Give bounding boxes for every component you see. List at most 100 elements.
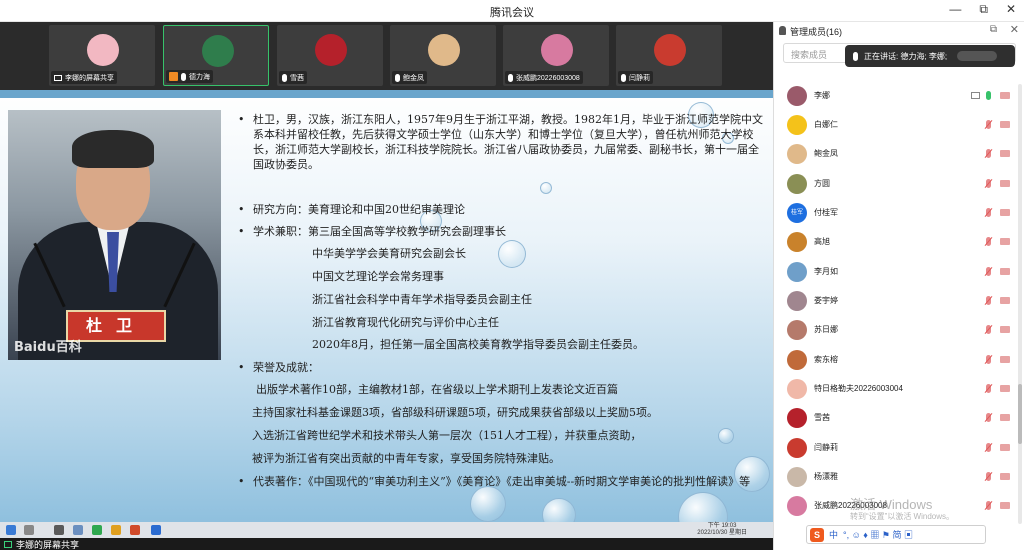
member-name: 高旭	[814, 237, 830, 246]
honors-sub-item: 出版学术著作10部，主编教材1部，在省级以上学术期刊上发表论文近百篇	[256, 383, 618, 396]
camera-off-icon[interactable]	[1000, 326, 1010, 333]
avatar	[787, 262, 807, 282]
search-icon[interactable]	[24, 525, 34, 535]
files-icon[interactable]	[111, 525, 121, 535]
camera-off-icon[interactable]	[1000, 238, 1010, 245]
camera-icon[interactable]	[1000, 92, 1010, 99]
decorative-bubble	[540, 182, 552, 194]
mic-muted-icon[interactable]	[986, 413, 991, 422]
window-title: 腾讯会议	[490, 7, 534, 19]
avatar	[428, 34, 460, 66]
member-row[interactable]: 桂军 付桂军	[774, 199, 1019, 228]
member-list-scrollbar[interactable]	[1018, 84, 1022, 524]
member-row[interactable]: 闫静莉	[774, 434, 1019, 463]
ime-toolbar[interactable]: S 中 °, ☺ ♦ ▦ ⚑ 简 ▣	[806, 525, 986, 544]
member-panel: 管理成员(16) ⧉ ✕ 搜索成员 正在讲话: 德力海; 李娜; 李娜 白娜仁 …	[773, 22, 1024, 550]
camera-off-icon[interactable]	[1000, 180, 1010, 187]
camera-off-icon[interactable]	[1000, 150, 1010, 157]
member-row[interactable]: 白娜仁	[774, 111, 1019, 140]
avatar	[787, 320, 807, 340]
camera-icon[interactable]	[54, 525, 64, 535]
member-row[interactable]: 杨漂雅	[774, 463, 1019, 492]
avatar	[787, 408, 807, 428]
browser-icon[interactable]	[92, 525, 102, 535]
restore-button[interactable]: ⧉	[979, 2, 988, 17]
portrait-photo: 杜卫 Baidu百科	[8, 110, 221, 360]
mic-muted-icon[interactable]	[986, 384, 991, 393]
camera-off-icon[interactable]	[1000, 444, 1010, 451]
minimize-button[interactable]: —	[949, 2, 961, 17]
camera-off-icon[interactable]	[1000, 385, 1010, 392]
participant-tile-active[interactable]: 德力海	[163, 25, 269, 86]
ime-mode[interactable]: 中	[829, 528, 838, 541]
participant-tile[interactable]: 李娜的屏幕共享	[49, 25, 155, 86]
camera-off-icon[interactable]	[1000, 268, 1010, 275]
member-row[interactable]: 苏日娜	[774, 316, 1019, 345]
participant-tile[interactable]: 鲍金凤	[390, 25, 496, 86]
participant-tile[interactable]: 张威鹏20226003008	[503, 25, 609, 86]
avatar	[787, 379, 807, 399]
camera-off-icon[interactable]	[1000, 121, 1010, 128]
screen-share-label[interactable]: 李娜的屏幕共享	[4, 538, 79, 550]
avatar	[787, 291, 807, 311]
mic-muted-icon[interactable]	[986, 149, 991, 158]
powerpoint-icon[interactable]	[130, 525, 140, 535]
decorative-bubble	[718, 428, 734, 444]
mic-muted-icon[interactable]	[986, 208, 991, 217]
mic-muted-icon[interactable]	[986, 325, 991, 334]
participant-tile[interactable]: 雪茜	[277, 25, 383, 86]
mic-muted-icon[interactable]	[986, 443, 991, 452]
meeting-app-icon[interactable]	[151, 525, 161, 535]
bio-paragraph: • 杜卫，男，汉族，浙江东阳人，1957年9月生于浙江平湖，教授。1982年1月，…	[238, 113, 763, 171]
mic-icon	[395, 73, 400, 82]
camera-off-icon[interactable]	[1000, 356, 1010, 363]
participant-name: 闫静莉	[629, 74, 650, 82]
tile-caption: 鲍金凤	[392, 71, 427, 84]
camera-off-icon[interactable]	[1000, 502, 1010, 509]
close-panel-button[interactable]: ✕	[1010, 23, 1019, 36]
slide-top-band	[0, 90, 773, 98]
mic-muted-icon[interactable]	[986, 296, 991, 305]
decorative-bubble	[542, 498, 576, 522]
participant-name: 张威鹏20226003008	[516, 74, 580, 82]
member-name: 闫静莉	[814, 443, 838, 452]
member-row[interactable]: 雪茜	[774, 404, 1019, 433]
folder-icon[interactable]	[73, 525, 83, 535]
avatar	[787, 467, 807, 487]
mic-muted-icon[interactable]	[986, 267, 991, 276]
academic-sub-item: 中国文艺理论学会常务理事	[312, 270, 444, 283]
panel-header: 管理成员(16) ⧉ ✕	[774, 22, 1024, 40]
mic-muted-icon[interactable]	[986, 501, 991, 510]
member-row[interactable]: 高旭	[774, 228, 1019, 257]
member-row[interactable]: 方圆	[774, 170, 1019, 199]
camera-off-icon[interactable]	[1000, 297, 1010, 304]
member-row[interactable]: 李娜	[774, 82, 1019, 111]
mic-muted-icon[interactable]	[986, 472, 991, 481]
research-text: 研究方向：美育理论和中国20世纪审美理论	[253, 203, 465, 216]
mic-muted-icon[interactable]	[986, 120, 991, 129]
mic-icon	[621, 73, 626, 82]
camera-off-icon[interactable]	[1000, 414, 1010, 421]
participant-tile[interactable]: 闫静莉	[616, 25, 722, 86]
mic-icon	[853, 51, 858, 61]
mic-muted-icon[interactable]	[986, 355, 991, 364]
avatar	[654, 34, 686, 66]
camera-off-icon[interactable]	[1000, 473, 1010, 480]
member-row[interactable]: 特日格勒夫20226003004	[774, 375, 1019, 404]
academic-item: • 学术兼职：第三届全国高等学校教学研究会副理事长	[238, 225, 506, 238]
camera-off-icon[interactable]	[1000, 209, 1010, 216]
mic-icon	[282, 73, 287, 82]
member-row[interactable]: 索东榕	[774, 346, 1019, 375]
member-row[interactable]: 鲍金凤	[774, 140, 1019, 169]
participant-name: 雪茜	[290, 74, 304, 82]
member-row[interactable]: 李月如	[774, 258, 1019, 287]
mic-muted-icon[interactable]	[986, 237, 991, 246]
mic-muted-icon[interactable]	[986, 179, 991, 188]
close-button[interactable]: ✕	[1006, 2, 1016, 17]
start-icon[interactable]	[6, 525, 16, 535]
member-row[interactable]: 娄宇婷	[774, 287, 1019, 316]
mic-icon[interactable]	[986, 91, 991, 100]
participant-video-strip: 李娜的屏幕共享 德力海 雪茜 鲍金凤 张威鹏20226003008 闫静莉	[0, 22, 773, 90]
popout-button[interactable]: ⧉	[990, 24, 997, 35]
ime-tools[interactable]: °, ☺ ♦ ▦ ⚑ 简 ▣	[843, 528, 913, 541]
